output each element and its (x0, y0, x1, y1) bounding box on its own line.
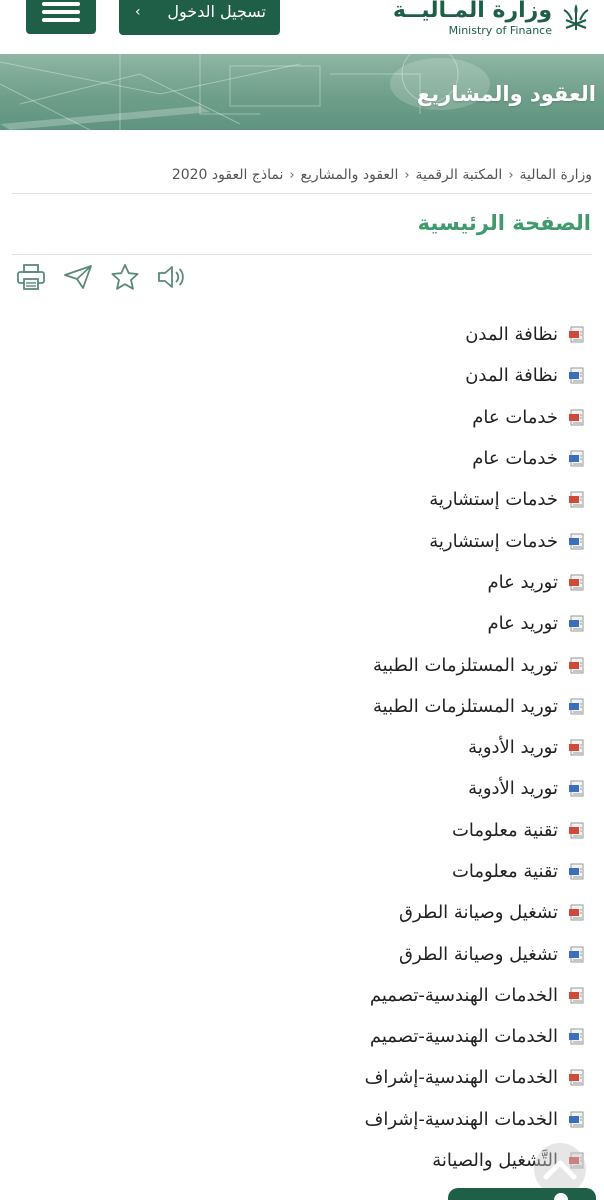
file-label[interactable]: خدمات إستشارية (429, 531, 558, 552)
pdf-file-icon (568, 326, 585, 343)
file-label[interactable]: الخدمات الهندسية-تصميم (370, 1026, 558, 1047)
pdf-file-icon (568, 987, 585, 1004)
word-file-icon (568, 615, 585, 632)
file-label[interactable]: تقنية معلومات (452, 820, 558, 841)
menu-button[interactable] (26, 0, 96, 34)
list-item[interactable]: خدمات إستشارية (65, 520, 585, 561)
pdf-file-icon (568, 574, 585, 591)
pdf-file-icon (568, 822, 585, 839)
pdf-file-icon (568, 904, 585, 921)
listen-icon (157, 266, 184, 288)
file-label[interactable]: الخدمات الهندسية-إشراف (365, 1067, 558, 1088)
file-label[interactable]: خدمات عام (472, 407, 558, 428)
contract-files-list: نظافة المدن نظافة المدن خدمات عام خدمات عام… (65, 314, 585, 1181)
list-item[interactable]: الخدمات الهندسية-إشراف (65, 1057, 585, 1098)
list-item[interactable]: الخدمات الهندسية-تصميم (65, 975, 585, 1016)
list-item[interactable]: توريد الأدوية (65, 768, 585, 809)
list-item[interactable]: خدمات عام (65, 438, 585, 479)
file-label[interactable]: خدمات إستشارية (429, 489, 558, 510)
breadcrumb-item-current: نماذج العقود 2020 (171, 167, 284, 183)
word-file-icon (568, 1111, 585, 1128)
hamburger-bar (42, 10, 80, 14)
word-file-icon (568, 367, 585, 384)
file-label[interactable]: توريد عام (487, 613, 558, 634)
list-item[interactable]: توريد المستلزمات الطبية (65, 686, 585, 727)
chevron-left-icon: ‹ (404, 167, 410, 183)
file-label[interactable]: نظافة المدن (465, 365, 558, 386)
breadcrumb: وزارة المالية ‹ المكتبة الرقمية ‹ العقود… (172, 167, 592, 183)
list-item[interactable]: توريد عام (65, 562, 585, 603)
file-label[interactable]: تشغيل وصيانة الطرق (399, 944, 558, 965)
page-banner: العقود والمشاريع (0, 54, 604, 130)
list-item[interactable]: الخدمات الهندسية-تصميم (65, 1016, 585, 1057)
file-label[interactable]: خدمات عام (472, 448, 558, 469)
divider (12, 193, 592, 194)
file-label[interactable]: الخدمات الهندسية-تصميم (370, 985, 558, 1006)
pdf-file-icon (568, 657, 585, 674)
word-file-icon (568, 863, 585, 880)
bottom-widget-bar[interactable] (448, 1188, 596, 1200)
page-tools (14, 262, 188, 292)
breadcrumb-item-ministry[interactable]: وزارة المالية (520, 167, 592, 183)
list-item[interactable]: نظافة المدن (65, 314, 585, 355)
site-header: ‹ تسجيل الدخول وزارة المـاليــة Ministry… (0, 0, 604, 54)
hamburger-icon (42, 2, 80, 6)
pdf-file-icon (568, 409, 585, 426)
logo-arabic-text: وزارة المـاليــة (392, 0, 552, 23)
breadcrumb-item-digital-library[interactable]: المكتبة الرقمية (416, 167, 503, 183)
saudi-emblem-icon (563, 4, 589, 30)
file-label[interactable]: توريد المستلزمات الطبية (373, 655, 558, 676)
chevron-left-icon: ‹ (135, 3, 141, 20)
divider (12, 254, 592, 255)
list-item[interactable]: الخدمات الهندسية-إشراف (65, 1099, 585, 1140)
list-item[interactable]: نظافة المدن (65, 355, 585, 396)
chevron-left-icon: ‹ (508, 167, 514, 183)
widget-knob (554, 1193, 568, 1200)
list-item[interactable]: توريد المستلزمات الطبية (65, 644, 585, 685)
word-file-icon (568, 946, 585, 963)
ministry-logo[interactable]: وزارة المـاليــة Ministry of Finance (393, 0, 594, 40)
chevron-up-icon (543, 1160, 577, 1180)
word-file-icon (568, 533, 585, 550)
list-item[interactable]: تقنية معلومات (65, 810, 585, 851)
file-label[interactable]: توريد المستلزمات الطبية (373, 696, 558, 717)
list-item[interactable]: تشغيل وصيانة الطرق (65, 933, 585, 974)
file-label[interactable]: تقنية معلومات (452, 861, 558, 882)
file-label[interactable]: نظافة المدن (465, 324, 558, 345)
list-item[interactable]: توريد الأدوية (65, 727, 585, 768)
login-button[interactable]: ‹ تسجيل الدخول (119, 0, 280, 35)
list-item[interactable]: التَّشغيل والصيانة (65, 1140, 585, 1181)
word-file-icon (568, 450, 585, 467)
file-label[interactable]: توريد الأدوية (468, 778, 558, 799)
favorite-star-icon (111, 264, 138, 290)
file-label[interactable]: الخدمات الهندسية-إشراف (365, 1109, 558, 1130)
list-item[interactable]: تشغيل وصيانة الطرق (65, 892, 585, 933)
chevron-left-icon: ‹ (289, 167, 295, 183)
login-label: تسجيل الدخول (167, 2, 266, 21)
list-item[interactable]: توريد عام (65, 603, 585, 644)
print-button[interactable] (14, 262, 47, 292)
file-label[interactable]: توريد الأدوية (468, 737, 558, 758)
print-icon (16, 264, 45, 290)
banner-title: العقود والمشاريع (416, 82, 596, 106)
share-button[interactable] (61, 262, 94, 292)
file-label[interactable]: توريد عام (487, 572, 558, 593)
page-title: الصفحة الرئيسية (417, 211, 591, 235)
pdf-file-icon (568, 1069, 585, 1086)
pdf-file-icon (568, 739, 585, 756)
pdf-file-icon (568, 491, 585, 508)
word-file-icon (568, 780, 585, 797)
favorite-button[interactable] (108, 262, 141, 292)
list-item[interactable]: خدمات عام (65, 397, 585, 438)
logo-english-text: Ministry of Finance (448, 24, 552, 37)
word-file-icon (568, 698, 585, 715)
file-label[interactable]: تشغيل وصيانة الطرق (399, 902, 558, 923)
hamburger-bar (42, 18, 80, 22)
list-item[interactable]: تقنية معلومات (65, 851, 585, 892)
word-file-icon (568, 1028, 585, 1045)
breadcrumb-item-contracts[interactable]: العقود والمشاريع (301, 167, 399, 183)
list-item[interactable]: خدمات إستشارية (65, 479, 585, 520)
share-send-icon (63, 265, 92, 289)
listen-button[interactable] (155, 262, 188, 292)
